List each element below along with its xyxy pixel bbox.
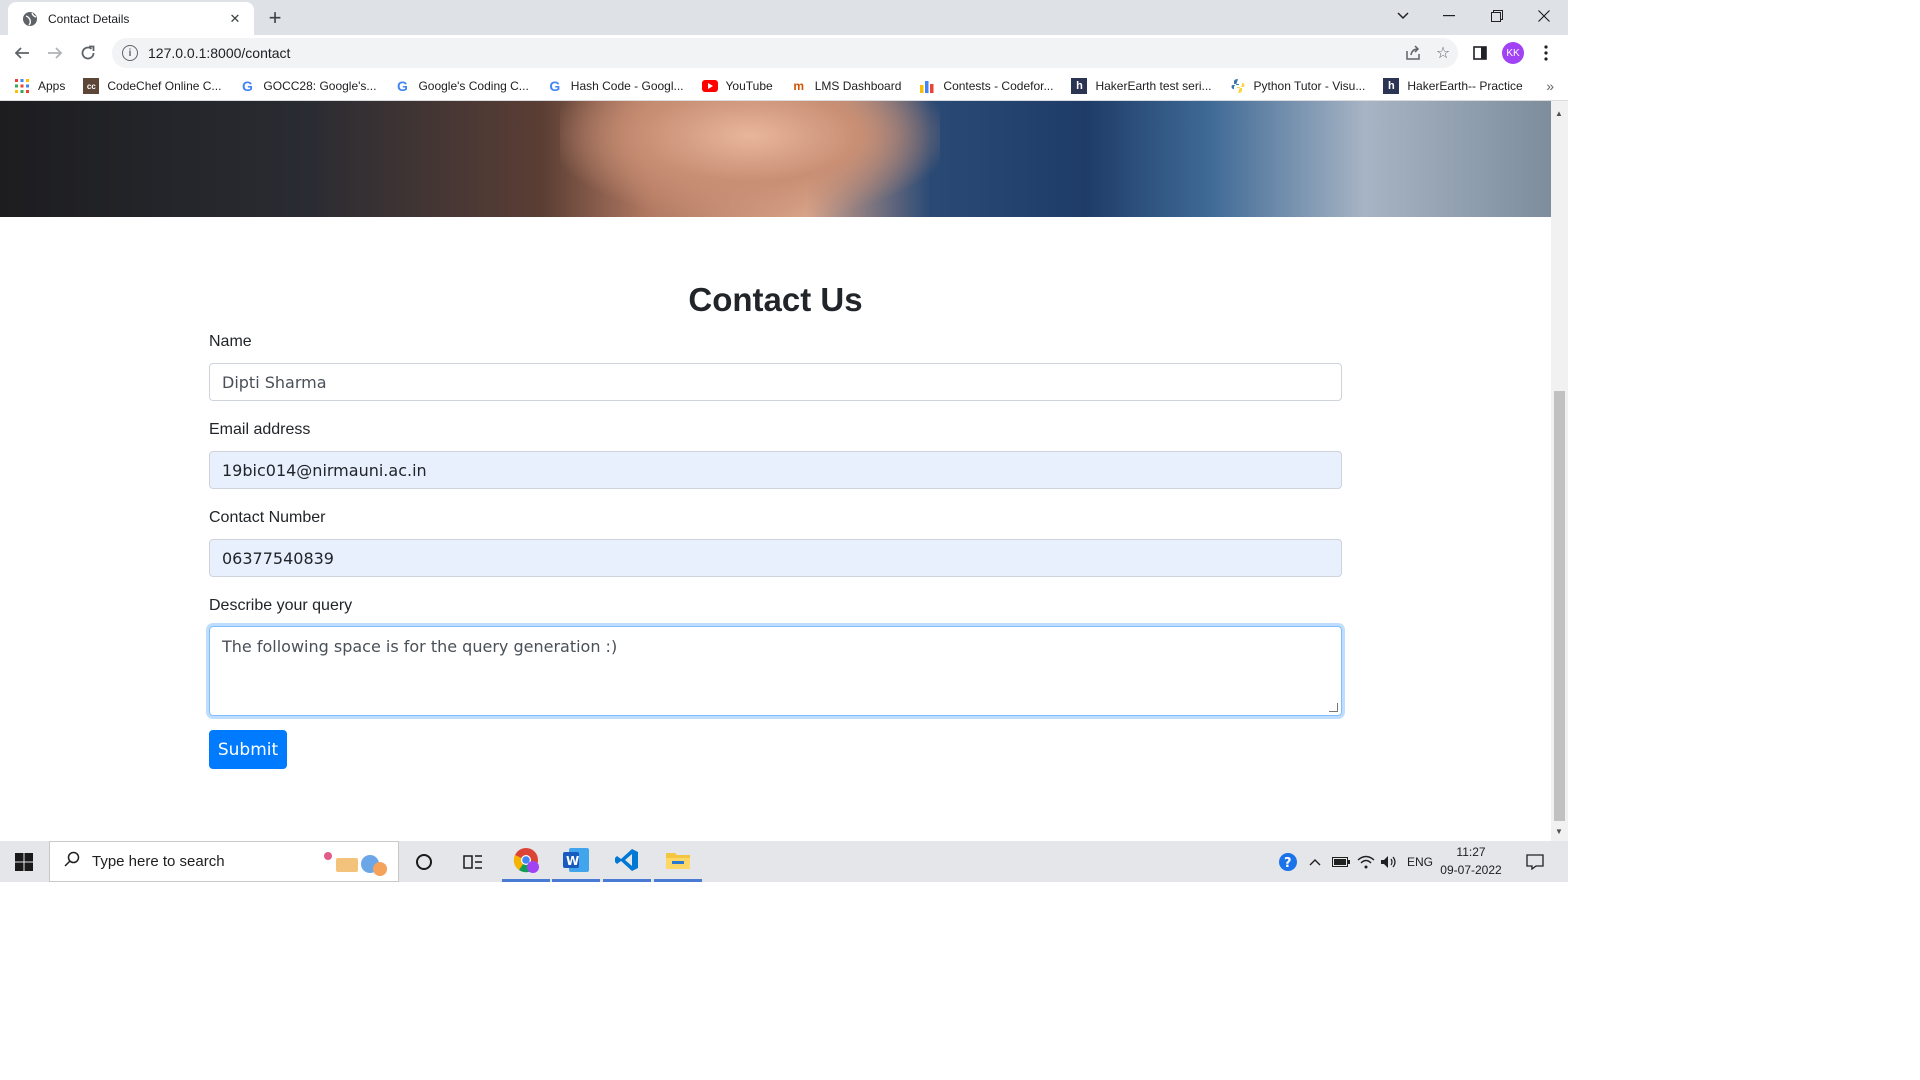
side-panel-icon[interactable] bbox=[1466, 39, 1494, 67]
taskbar-clock[interactable]: 11:27 09-07-2022 bbox=[1430, 843, 1512, 879]
bookmark-label: GOCC28: Google's... bbox=[263, 79, 377, 93]
page-viewport: Contact Us Name Dipti Sharma Email addre… bbox=[0, 101, 1551, 841]
search-placeholder: Type here to search bbox=[92, 853, 225, 870]
battery-icon[interactable] bbox=[1330, 841, 1352, 882]
query-text: The following space is for the query gen… bbox=[222, 637, 618, 656]
svg-text:?: ? bbox=[1284, 856, 1292, 871]
python-icon bbox=[1230, 78, 1246, 94]
globe-icon bbox=[22, 11, 38, 27]
menu-kebab-icon[interactable] bbox=[1532, 39, 1560, 67]
chrome-taskbar-icon[interactable] bbox=[502, 841, 550, 882]
contact-number-label: Contact Number bbox=[209, 509, 326, 526]
restore-icon[interactable] bbox=[1474, 0, 1520, 32]
bookmark-google-coding[interactable]: G Google's Coding C... bbox=[394, 78, 529, 94]
windows-taskbar: Type here to search W ? ENG 11:27 09-07-… bbox=[0, 841, 1568, 882]
svg-text:W: W bbox=[566, 854, 579, 868]
back-arrow-icon[interactable] bbox=[8, 39, 36, 67]
volume-icon[interactable] bbox=[1378, 841, 1400, 882]
bookmark-python-tutor[interactable]: Python Tutor - Visu... bbox=[1230, 78, 1366, 94]
bookmark-label: Contests - Codefor... bbox=[943, 79, 1054, 93]
bookmark-star-icon[interactable]: ☆ bbox=[1428, 39, 1458, 67]
bookmark-codeforces[interactable]: Contests - Codefor... bbox=[919, 78, 1053, 94]
apps-grid-icon bbox=[14, 78, 30, 94]
scroll-up-icon[interactable]: ▲ bbox=[1555, 109, 1563, 118]
minimize-icon[interactable] bbox=[1426, 0, 1472, 32]
query-label: Describe your query bbox=[209, 597, 353, 614]
page-title: Contact Us bbox=[688, 281, 863, 318]
bookmark-codechef[interactable]: cc CodeChef Online C... bbox=[83, 78, 221, 94]
page-scrollbar[interactable]: ▲ ▼ bbox=[1551, 101, 1568, 841]
bookmark-hackerearth-test[interactable]: h HakerEarth test seri... bbox=[1071, 78, 1212, 94]
google-icon: G bbox=[549, 78, 561, 94]
email-label: Email address bbox=[209, 421, 311, 438]
new-tab-icon[interactable]: + bbox=[262, 5, 288, 30]
bookmark-label: HakerEarth test seri... bbox=[1095, 79, 1212, 93]
name-input[interactable]: Dipti Sharma bbox=[209, 363, 1342, 401]
profile-avatar[interactable]: KK bbox=[1502, 42, 1524, 64]
search-icon bbox=[64, 851, 80, 872]
query-textarea[interactable]: The following space is for the query gen… bbox=[209, 626, 1342, 716]
bookmark-lms[interactable]: m LMS Dashboard bbox=[791, 78, 902, 94]
clock-time: 11:27 bbox=[1456, 845, 1486, 859]
clock-date: 09-07-2022 bbox=[1440, 863, 1502, 877]
browser-tab[interactable]: Contact Details ✕ bbox=[8, 2, 254, 35]
resize-grip-icon[interactable] bbox=[1329, 703, 1338, 712]
taskbar-search-box[interactable]: Type here to search bbox=[49, 841, 399, 882]
youtube-icon bbox=[701, 78, 718, 94]
task-view-icon[interactable] bbox=[449, 841, 497, 882]
bookmark-label: Hash Code - Googl... bbox=[570, 79, 684, 93]
search-highlights-icon bbox=[320, 848, 392, 883]
codeforces-icon bbox=[919, 78, 935, 94]
bookmark-apps[interactable]: Apps bbox=[14, 78, 65, 94]
windows-start-icon[interactable] bbox=[0, 841, 48, 882]
tab-search-icon[interactable] bbox=[1380, 0, 1426, 32]
bookmark-gocc28[interactable]: G GOCC28: Google's... bbox=[239, 78, 376, 94]
scroll-down-icon[interactable]: ▼ bbox=[1555, 827, 1563, 836]
word-taskbar-icon[interactable]: W bbox=[552, 841, 600, 882]
vscode-taskbar-icon[interactable] bbox=[603, 841, 651, 882]
hero-image bbox=[0, 101, 1551, 217]
close-window-icon[interactable] bbox=[1521, 0, 1567, 32]
share-icon[interactable] bbox=[1398, 39, 1428, 67]
bookmark-label: CodeChef Online C... bbox=[107, 79, 222, 93]
bookmark-label: Google's Coding C... bbox=[418, 79, 529, 93]
hero-hand-image bbox=[560, 101, 940, 217]
codechef-icon: cc bbox=[83, 78, 100, 94]
name-label: Name bbox=[209, 333, 252, 350]
help-icon[interactable]: ? bbox=[1276, 841, 1300, 882]
tab-strip: Contact Details ✕ + bbox=[0, 0, 1568, 35]
chevron-up-icon[interactable] bbox=[1304, 841, 1326, 882]
bookmarks-bar: Apps cc CodeChef Online C... G GOCC28: G… bbox=[0, 72, 1568, 101]
google-icon: G bbox=[396, 78, 408, 94]
more-bookmarks-chevron-icon[interactable]: » bbox=[1546, 78, 1554, 94]
bookmark-label: Apps bbox=[38, 79, 66, 93]
close-tab-icon[interactable]: ✕ bbox=[226, 10, 244, 28]
bookmark-youtube[interactable]: YouTube bbox=[701, 78, 773, 94]
google-icon: G bbox=[241, 78, 253, 94]
tab-title: Contact Details bbox=[48, 11, 130, 26]
hackerearth-icon: h bbox=[1071, 78, 1088, 94]
scroll-thumb[interactable] bbox=[1554, 391, 1565, 821]
submit-button[interactable]: Submit bbox=[209, 730, 287, 769]
hackerearth-icon: h bbox=[1383, 78, 1400, 94]
cortana-icon[interactable] bbox=[400, 841, 448, 882]
url-text[interactable]: 127.0.0.1:8000/contact bbox=[148, 45, 1398, 61]
reload-icon[interactable] bbox=[74, 39, 102, 67]
wifi-icon[interactable] bbox=[1355, 841, 1377, 882]
lms-icon: m bbox=[793, 79, 805, 93]
contact-number-input[interactable]: 06377540839 bbox=[209, 539, 1342, 577]
bookmark-hash-code[interactable]: G Hash Code - Googl... bbox=[547, 78, 684, 94]
email-input[interactable]: 19bic014@nirmauni.ac.in bbox=[209, 451, 1342, 489]
bookmark-label: LMS Dashboard bbox=[814, 79, 902, 93]
bookmark-label: Python Tutor - Visu... bbox=[1253, 79, 1366, 93]
file-explorer-taskbar-icon[interactable] bbox=[654, 841, 702, 882]
address-bar[interactable]: i 127.0.0.1:8000/contact ☆ bbox=[112, 38, 1458, 68]
browser-toolbar: i 127.0.0.1:8000/contact ☆ bbox=[0, 35, 1568, 72]
site-info-icon[interactable]: i bbox=[122, 45, 138, 61]
bookmark-label: YouTube bbox=[725, 79, 773, 93]
forward-arrow-icon[interactable] bbox=[41, 39, 69, 67]
bookmark-hackerearth-practice[interactable]: h HakerEarth-- Practice bbox=[1383, 78, 1523, 94]
bookmark-label: HakerEarth-- Practice bbox=[1407, 79, 1523, 93]
notifications-icon[interactable] bbox=[1520, 841, 1550, 882]
